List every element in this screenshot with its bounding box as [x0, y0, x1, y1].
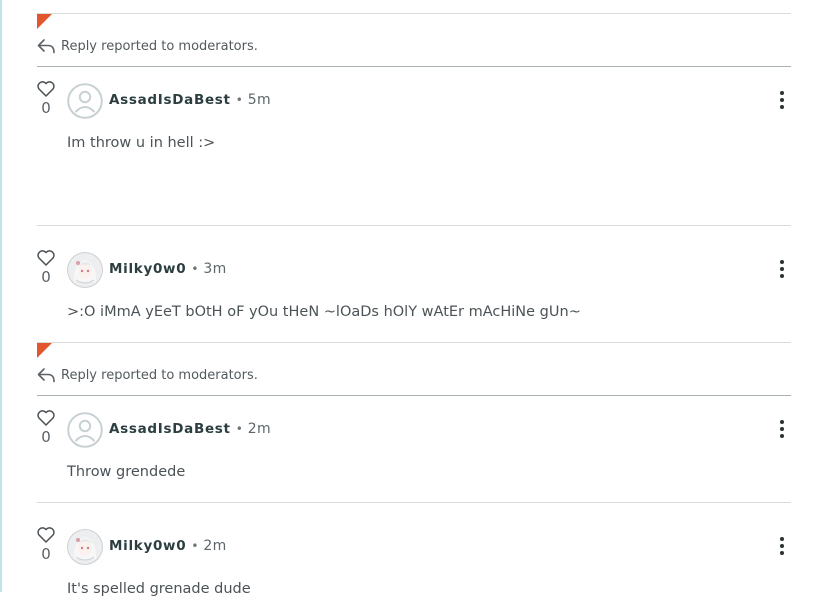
comment-item: 0 Milky0w0 • 3m >:O iMmA yEeT bOtH oF yOu … [37, 250, 791, 342]
avatar[interactable] [67, 252, 103, 288]
avatar[interactable] [67, 529, 103, 565]
more-options-button[interactable] [777, 420, 787, 440]
separator-dot: • [191, 539, 199, 553]
anime-avatar-icon [67, 529, 103, 565]
comment-text: It's spelled grenade dude [67, 581, 251, 597]
comment-text: >:O iMmA yEeT bOtH oF yOu tHeN ~lOaDs hO… [67, 304, 581, 320]
author-name[interactable]: AssadIsDaBest [109, 92, 231, 108]
report-flag-icon [37, 343, 52, 358]
author-name[interactable]: AssadIsDaBest [109, 421, 231, 437]
comment-feed: Reply reported to moderators. 0 AssadIsD… [37, 0, 791, 597]
like-count: 0 [41, 99, 51, 117]
separator-dot: • [235, 93, 243, 107]
timestamp: 2m [247, 421, 271, 437]
divider [37, 502, 791, 503]
separator-dot: • [235, 422, 243, 436]
reported-notice: Reply reported to moderators. [37, 36, 258, 56]
heart-icon[interactable] [37, 410, 55, 426]
author-name[interactable]: Milky0w0 [109, 261, 186, 277]
comment-item: 0 Milky0w0 • 2m It's spelled grenade dude [37, 527, 791, 597]
divider [37, 395, 791, 396]
user-icon [67, 83, 103, 119]
timestamp: 3m [203, 261, 227, 277]
divider [37, 225, 791, 226]
reply-arrow-icon [37, 39, 55, 54]
heart-icon[interactable] [37, 250, 55, 266]
avatar[interactable] [67, 412, 103, 448]
reply-arrow-icon [37, 368, 55, 383]
more-options-button[interactable] [777, 537, 787, 557]
kebab-menu-icon [780, 420, 784, 424]
like-control: 0 [37, 81, 55, 116]
like-control: 0 [37, 250, 55, 285]
like-control: 0 [37, 527, 55, 562]
comment-item: 0 AssadIsDaBest • 5m Im throw u in hell :> [37, 81, 791, 225]
heart-icon[interactable] [37, 527, 55, 543]
user-icon [67, 412, 103, 448]
kebab-menu-icon [780, 91, 784, 95]
comment-meta: Milky0w0 • 3m [109, 261, 227, 277]
avatar[interactable] [67, 83, 103, 119]
anime-avatar-icon [67, 252, 103, 288]
kebab-menu-icon [780, 260, 784, 264]
heart-icon[interactable] [37, 81, 55, 97]
divider [37, 66, 791, 67]
author-name[interactable]: Milky0w0 [109, 538, 186, 554]
comment-meta: AssadIsDaBest • 5m [109, 92, 271, 108]
comment-text: Im throw u in hell :> [67, 135, 216, 151]
like-count: 0 [41, 545, 51, 563]
more-options-button[interactable] [777, 91, 787, 111]
report-flag-icon [37, 14, 52, 29]
comment-meta: AssadIsDaBest • 2m [109, 421, 271, 437]
divider [37, 342, 791, 343]
comment-meta: Milky0w0 • 2m [109, 538, 227, 554]
reported-text: Reply reported to moderators. [61, 38, 258, 54]
comment-item: 0 AssadIsDaBest • 2m Throw grendede [37, 410, 791, 502]
reported-notice: Reply reported to moderators. [37, 365, 258, 385]
like-count: 0 [41, 428, 51, 446]
separator-dot: • [191, 262, 199, 276]
reported-text: Reply reported to moderators. [61, 367, 258, 383]
timestamp: 2m [203, 538, 227, 554]
like-control: 0 [37, 410, 55, 445]
comment-text: Throw grendede [67, 464, 186, 480]
like-count: 0 [41, 268, 51, 286]
more-options-button[interactable] [777, 260, 787, 280]
timestamp: 5m [247, 92, 271, 108]
kebab-menu-icon [780, 537, 784, 541]
left-accent-bar [0, 0, 2, 592]
divider [37, 13, 791, 14]
